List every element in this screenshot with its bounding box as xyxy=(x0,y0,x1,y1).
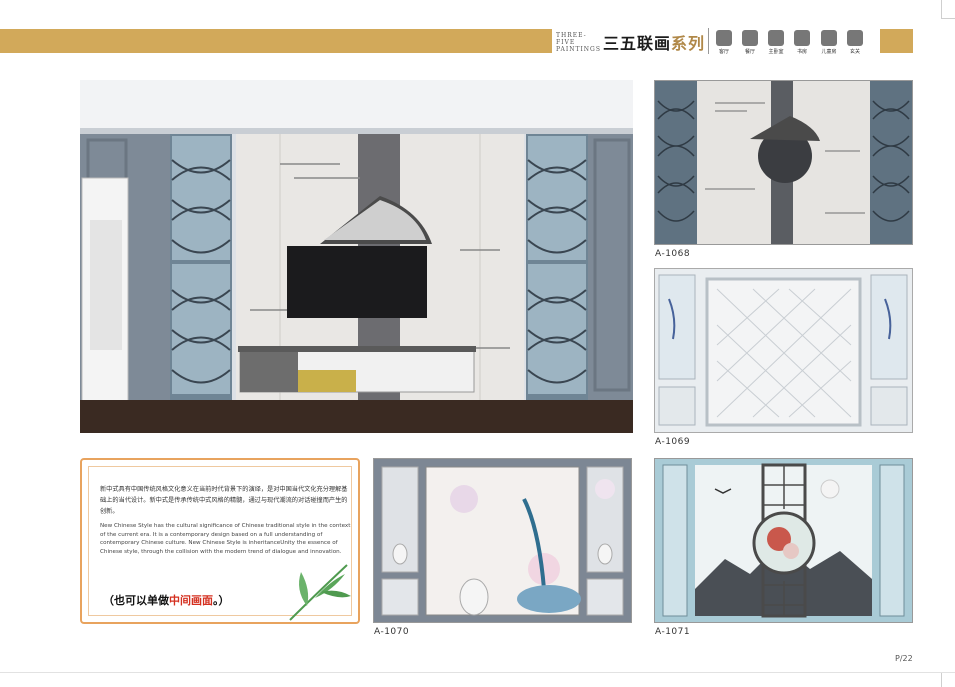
dining-room-icon: 餐厅 xyxy=(739,30,761,55)
product-image-a1069 xyxy=(654,268,913,433)
product-image-a1071 xyxy=(654,458,913,623)
header-gold-bar xyxy=(0,29,552,53)
description-chinese: 新中式具有中国传统风格文化意义在当前时代背景下的演绎，是对中国当代文化充分理解基… xyxy=(100,486,348,515)
product-code-a1070: A-1070 xyxy=(374,627,410,637)
study-icon: 书房 xyxy=(791,30,813,55)
corner-mark-bottom-right xyxy=(941,672,942,687)
corner-mark-top-right-h xyxy=(941,18,955,19)
bamboo-leaf-icon xyxy=(285,560,355,622)
room-scene-image xyxy=(80,80,633,433)
brand-english-name: THREE-FIVE PAINTINGS xyxy=(556,32,601,53)
product-code-a1069: A-1069 xyxy=(655,437,691,447)
kids-room-icon: 儿童房 xyxy=(818,30,840,55)
header-gold-bar-right xyxy=(880,29,913,53)
header-separator xyxy=(708,28,709,54)
corner-mark-top-right xyxy=(941,0,942,18)
bedroom-icon: 主卧室 xyxy=(765,30,787,55)
product-code-a1071: A-1071 xyxy=(655,627,691,637)
entrance-icon: 玄关 xyxy=(844,30,866,55)
brand-chinese-name: 三五联画系列 xyxy=(603,34,706,53)
description-english: New Chinese Style has the cultural signi… xyxy=(100,523,351,555)
bottom-rule xyxy=(0,672,955,673)
product-image-a1070 xyxy=(373,458,632,623)
page-number: P/22 xyxy=(895,654,913,663)
single-panel-note: （也可以单做中间画面。） xyxy=(103,594,230,607)
living-room-icon: 客厅 xyxy=(713,30,735,55)
product-image-a1068 xyxy=(654,80,913,245)
product-code-a1068: A-1068 xyxy=(655,249,691,259)
